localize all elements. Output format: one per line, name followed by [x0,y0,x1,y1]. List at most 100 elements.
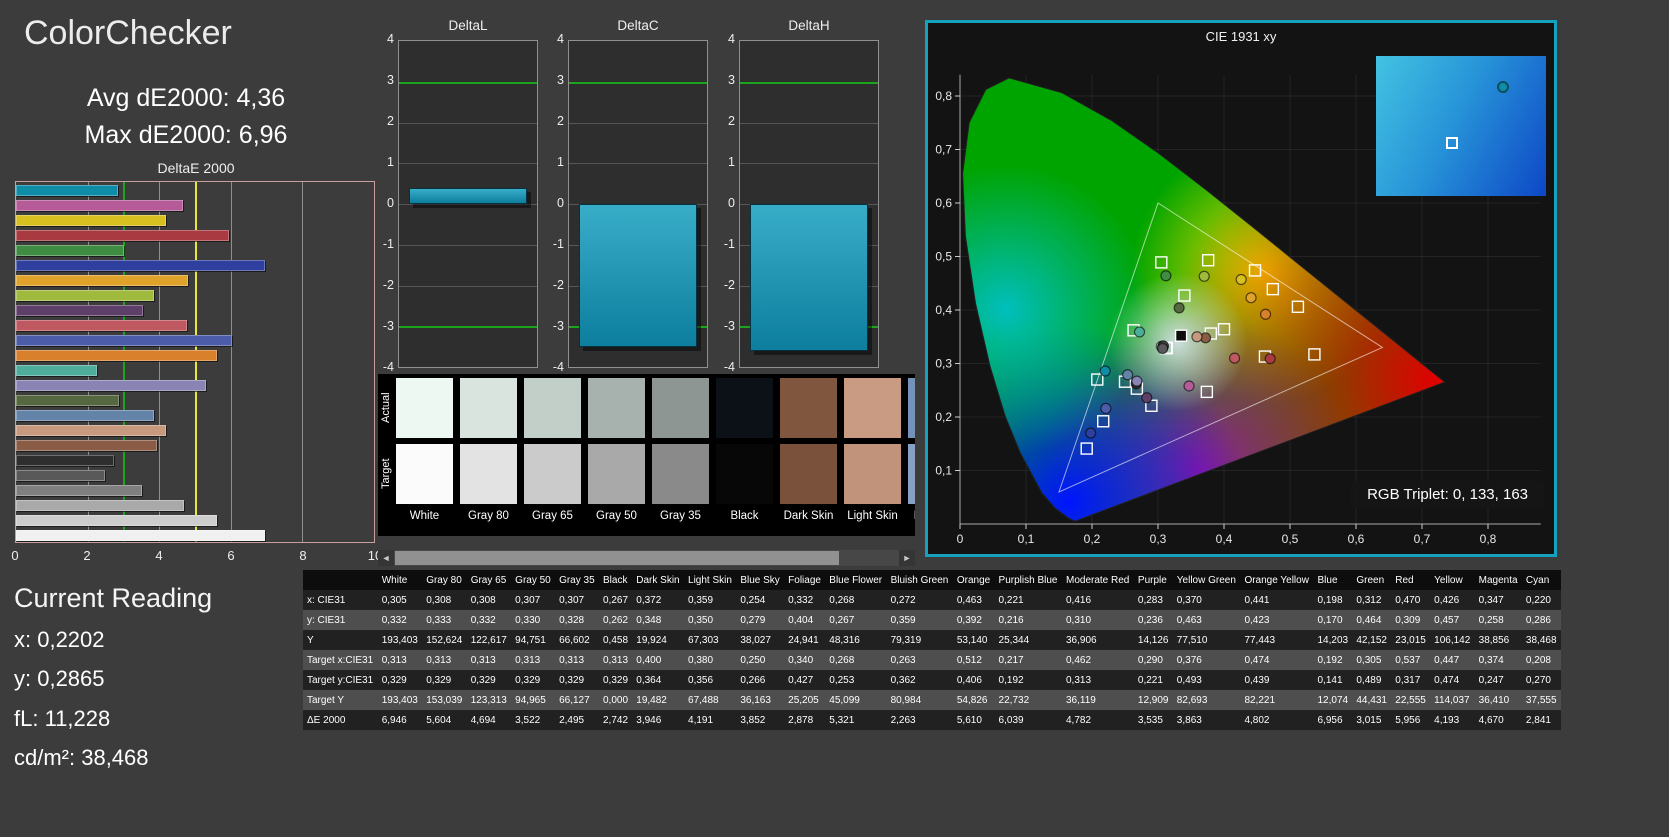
target-swatch[interactable] [716,444,773,504]
column-header: Yellow [1434,574,1463,586]
deltae-bar [16,200,184,211]
table-cell: 19,924 [636,634,667,646]
target-swatch[interactable] [588,444,645,504]
actual-swatch[interactable] [716,378,773,438]
table-cell: 4,670 [1478,714,1504,726]
deltae-bar [16,410,154,421]
actual-swatch[interactable] [908,378,915,438]
table-cell: 0,268 [829,654,855,666]
table-cell: 0,332 [470,614,496,626]
delta-bar [750,204,868,351]
deltae-bar [16,335,233,346]
actual-swatch[interactable] [396,378,453,438]
table-cell: 4,191 [688,714,714,726]
grid-line [399,244,537,246]
scroll-left-button[interactable]: ◄ [378,550,394,566]
table-cell: 106,142 [1434,634,1471,646]
scrollbar-thumb[interactable] [395,551,839,565]
table-cell: 0,372 [636,594,662,606]
actual-swatch[interactable] [524,378,581,438]
table-cell: 0,266 [740,674,766,686]
table-cell: 5,610 [956,714,982,726]
table-cell: 80,984 [890,694,922,706]
table-row: y: CIE31 0,332 0,333 0,332 0,330 0,328 0,262 0,… [303,610,1561,630]
table-cell: 0,192 [1317,654,1343,666]
reference-line [399,326,537,329]
deltac-chart-title: DeltaC [617,18,659,33]
table-cell: 19,482 [636,694,667,706]
table-cell: 36,906 [1065,634,1097,646]
target-swatch[interactable] [908,444,915,504]
table-cell: 0,474 [1244,654,1270,666]
table-cell: 0,313 [559,654,585,666]
column-header: Black [602,574,628,586]
grid-line [302,182,304,542]
actual-swatch[interactable] [652,378,709,438]
table-cell: 67,488 [688,694,719,706]
colorchecker-screen: ColorChecker Avg dE2000: 4,36 Max dE2000… [0,0,1669,837]
row-label: y: CIE31 [307,614,346,626]
table-cell: 2,263 [890,714,916,726]
table-cell: 2,878 [788,714,814,726]
actual-swatch[interactable] [588,378,645,438]
table-cell: 0,329 [470,674,496,686]
table-cell: 48,316 [829,634,860,646]
swatch-column: Blue Sky [908,374,915,536]
table-cell: 0,308 [470,594,496,606]
deltae2000-xaxis: 0 2 4 6 8 10 [11,548,382,566]
actual-swatch[interactable] [460,378,517,438]
target-swatch[interactable] [780,444,837,504]
measured-point [1259,308,1272,320]
deltae-bar [16,245,124,256]
deltae2000-plot [15,181,375,543]
column-header: Moderate Red [1065,574,1130,586]
table-cell: 0,268 [829,594,855,606]
cie-diagram-panel[interactable]: CIE 1931 xy 0 0,1 0,2 0,3 0,4 0,5 0,6 0,7 0,8 0,1… [925,20,1557,557]
table-cell: 0,267 [829,614,855,626]
swatch-scrollbar[interactable]: ◄ ► [378,550,915,566]
target-swatch[interactable] [396,444,453,504]
row-label: x: CIE31 [307,594,346,606]
table-cell: 0,313 [1065,674,1092,686]
row-label: Target y:CIE31 [307,674,374,686]
colorchecker-swatches: Actual Target White Gray 80 Gray 65 Gray 50… [378,374,915,536]
deltae-bar [16,500,185,511]
deltae-bar [16,290,155,301]
grid-line [399,122,537,124]
deltae-bar [16,380,207,391]
swatch-column: Light Skin [844,374,908,536]
table-row: Target Y 193,403 153,039 123,313 94,965 66,12… [303,690,1561,710]
deltac-chart: DeltaC 4 3 2 1 0 -1 -2 -3 -4 [553,18,708,390]
rgb-triplet-label: RGB Triplet: 0, 133, 163 [1351,481,1544,508]
table-cell: 0,309 [1395,614,1421,626]
table-cell: 53,140 [956,634,988,646]
table-cell: 0,474 [1434,674,1460,686]
column-header: Red [1395,574,1414,586]
target-swatch[interactable] [460,444,517,504]
swatch-column: Black [716,374,780,536]
scroll-right-button[interactable]: ► [899,550,915,566]
row-label: Y [307,634,314,646]
table-cell: 3,852 [740,714,766,726]
target-swatch[interactable] [524,444,581,504]
measured-point [1141,392,1153,404]
axis-tick-label: 1 [387,155,394,169]
table-cell: 3,015 [1356,714,1382,726]
actual-swatch[interactable] [780,378,837,438]
target-swatch[interactable] [652,444,709,504]
max-de2000: Max dE2000: 6,96 [84,121,288,149]
table-cell: 44,431 [1356,694,1387,706]
axis-tick-label: -2 [382,278,394,292]
axis-tick-label: 0,6 [1348,532,1365,546]
axis-tick-label: 2 [83,548,91,563]
table-cell: 0,493 [1176,674,1202,686]
table-cell: 0,374 [1478,654,1504,666]
table-cell: 82,221 [1244,694,1276,706]
table-cell: 0,000 [602,694,629,706]
table-cell: 0,307 [559,594,585,606]
measured-point [1160,270,1172,282]
table-cell: 0,192 [998,674,1024,686]
target-swatch[interactable] [844,444,901,504]
axis-tick-label: 0,7 [1414,532,1431,546]
actual-swatch[interactable] [844,378,901,438]
